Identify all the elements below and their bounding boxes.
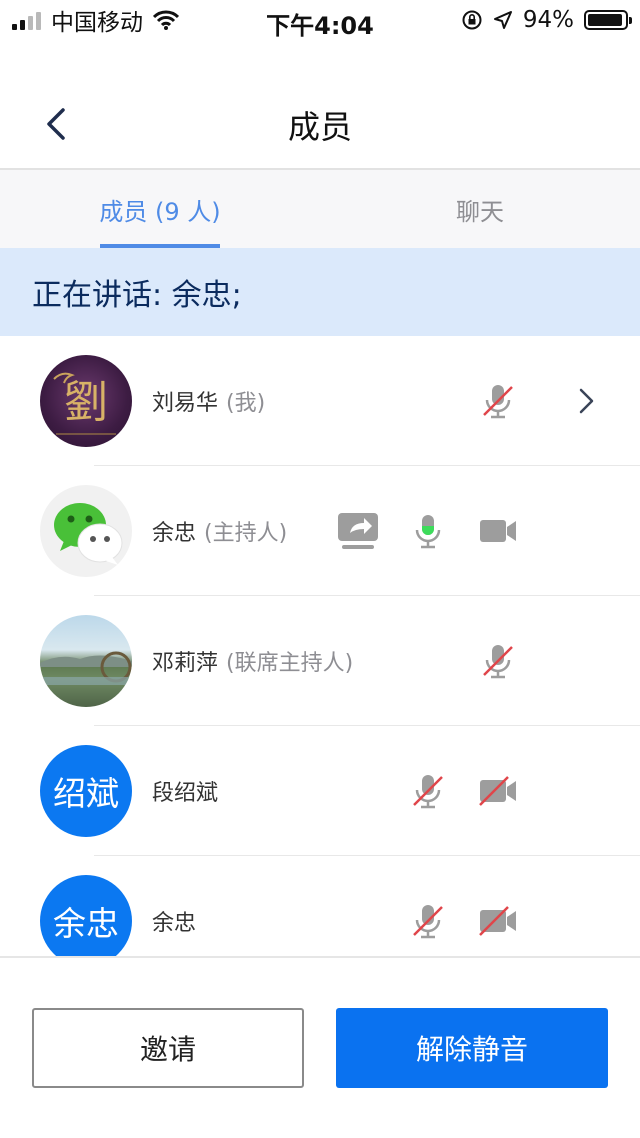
avatar: 劉 bbox=[40, 355, 132, 447]
avatar bbox=[40, 615, 132, 707]
unmute-button-label: 解除静音 bbox=[415, 1033, 528, 1066]
speaking-banner: 正在讲话: 余忠; bbox=[0, 248, 640, 336]
tab-chat[interactable]: 聊天 bbox=[320, 170, 640, 248]
video-off-icon bbox=[479, 906, 516, 936]
navigation-bar: 成员 bbox=[0, 80, 640, 170]
mic-muted-icon bbox=[483, 385, 513, 419]
member-row[interactable]: 余忠 (主持人) bbox=[0, 466, 640, 596]
member-role: (主持人) bbox=[204, 521, 288, 546]
location-arrow-icon bbox=[493, 11, 512, 29]
member-name-line: 段绍斌 bbox=[152, 726, 226, 856]
member-name: 余忠 bbox=[152, 521, 197, 546]
member-name-line: 余忠 bbox=[152, 856, 204, 956]
avatar: 余忠 bbox=[40, 875, 132, 956]
invite-button[interactable]: 邀请 bbox=[32, 1008, 304, 1088]
screen-share-icon bbox=[338, 513, 378, 549]
member-role: (我) bbox=[226, 391, 266, 416]
avatar bbox=[40, 485, 132, 577]
tab-members-label: 成员 (9 人) bbox=[99, 197, 221, 226]
member-name: 邓莉萍 bbox=[152, 651, 219, 676]
battery-percent: 94% bbox=[522, 7, 574, 33]
avatar: 绍斌 bbox=[40, 745, 132, 837]
unmute-button[interactable]: 解除静音 bbox=[336, 1008, 608, 1088]
invite-button-label: 邀请 bbox=[139, 1033, 196, 1066]
member-name-line: 刘易华 (我) bbox=[152, 336, 265, 466]
tab-chat-label: 聊天 bbox=[456, 197, 504, 226]
video-off-icon bbox=[479, 776, 516, 806]
speaking-banner-text: 正在讲话: 余忠; bbox=[32, 278, 242, 313]
avatar-initials: 余忠 bbox=[53, 904, 119, 943]
battery-icon bbox=[584, 10, 632, 30]
tab-members[interactable]: 成员 (9 人) bbox=[0, 170, 320, 248]
mic-active-icon bbox=[415, 515, 441, 549]
member-name: 余忠 bbox=[152, 911, 197, 936]
mic-muted-icon bbox=[413, 905, 443, 939]
svg-text:劉: 劉 bbox=[64, 377, 108, 428]
avatar-calligraphy-image: 劉 bbox=[53, 372, 116, 435]
member-name: 段绍斌 bbox=[152, 781, 219, 806]
orientation-lock-icon bbox=[462, 10, 482, 30]
member-name-line: 余忠 (主持人) bbox=[152, 466, 287, 596]
member-row[interactable]: 余忠 余忠 bbox=[0, 856, 640, 956]
member-list[interactable]: 劉 刘易华 (我) 余忠 (主持人) 邓莉萍 (联席主持人) 绍斌 段绍斌 余忠… bbox=[0, 336, 640, 956]
page-title: 成员 bbox=[287, 108, 352, 146]
mic-muted-icon bbox=[483, 645, 513, 679]
avatar-initials: 绍斌 bbox=[53, 774, 119, 813]
member-row[interactable]: 绍斌 段绍斌 bbox=[0, 726, 640, 856]
member-row[interactable]: 劉 刘易华 (我) bbox=[0, 336, 640, 466]
wechat-logo-icon bbox=[54, 503, 123, 565]
status-bar-right: 94% bbox=[461, 6, 632, 34]
member-name-line: 邓莉萍 (联席主持人) bbox=[152, 596, 353, 726]
chevron-right-icon[interactable] bbox=[566, 381, 606, 421]
member-row[interactable]: 邓莉萍 (联席主持人) bbox=[0, 596, 640, 726]
member-role: (联席主持人) bbox=[226, 651, 354, 676]
member-name: 刘易华 bbox=[152, 391, 219, 416]
mic-muted-icon bbox=[413, 775, 443, 809]
video-camera-icon bbox=[480, 520, 516, 542]
avatar-landscape-image bbox=[40, 651, 132, 685]
bottom-action-bar: 邀请 解除静音 bbox=[0, 956, 640, 1138]
tab-bar: 成员 (9 人) 聊天 bbox=[0, 170, 640, 248]
status-bar: 中国移动 下午4:04 94% bbox=[0, 0, 640, 40]
